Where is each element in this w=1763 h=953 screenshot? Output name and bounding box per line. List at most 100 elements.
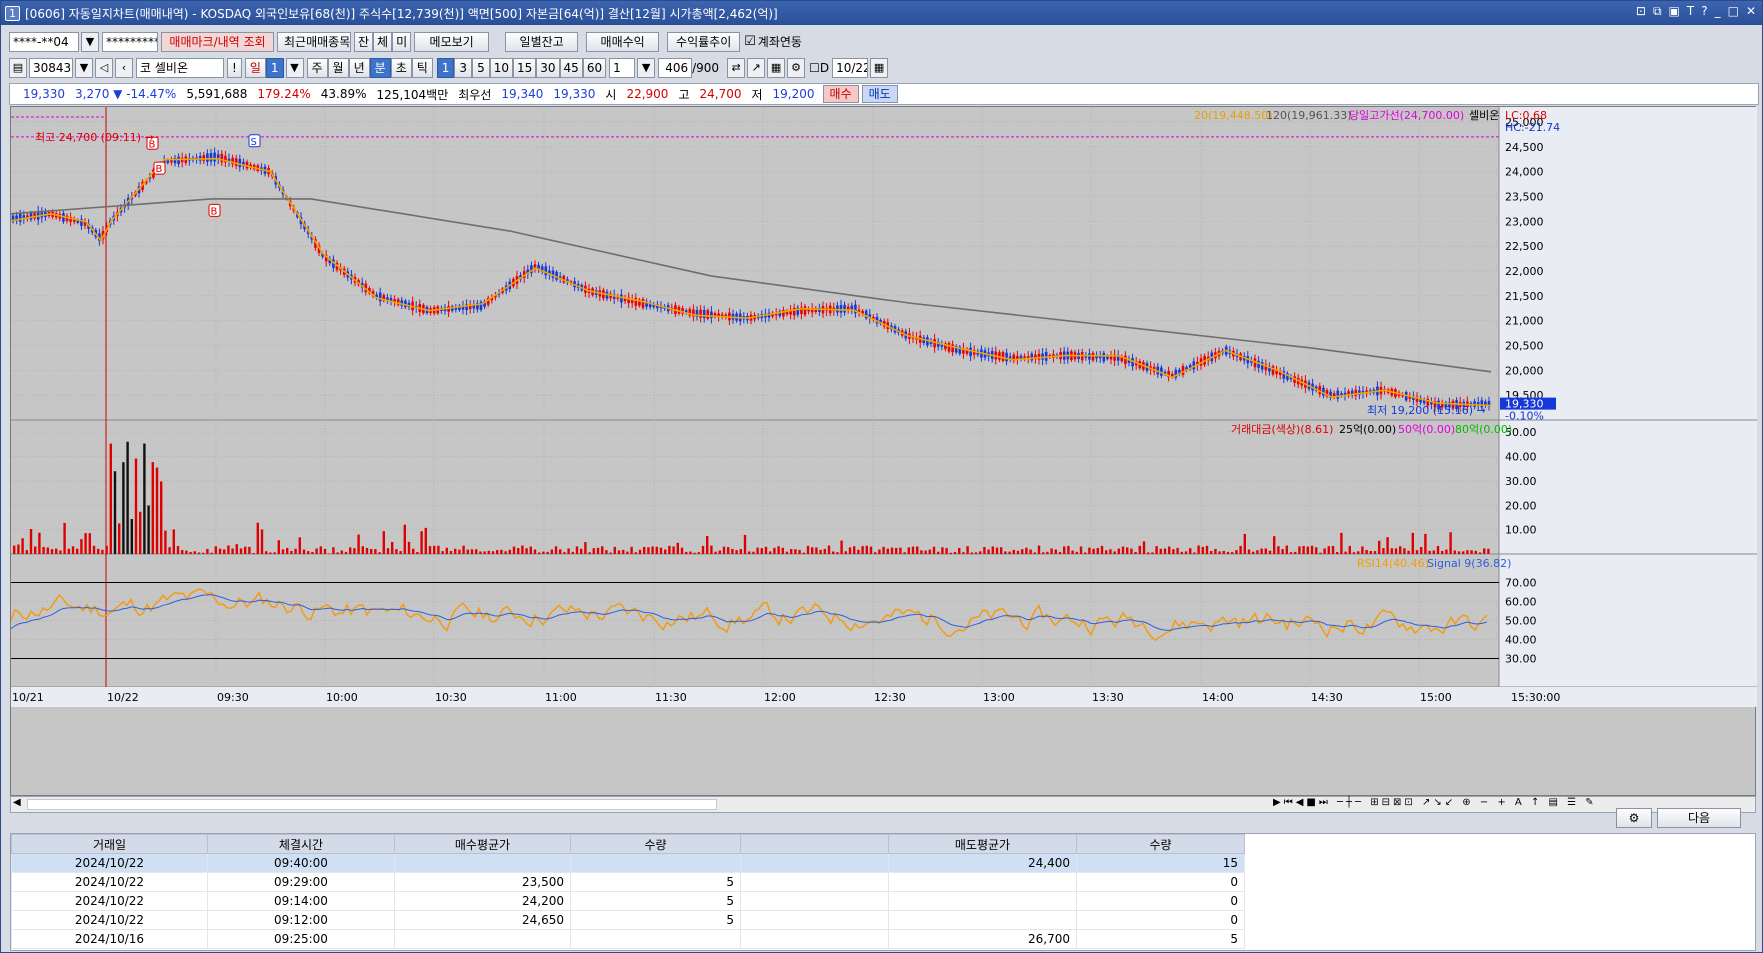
tool-icon-1[interactable]: ⇄ [727, 57, 746, 78]
minute-45[interactable]: 45 [559, 57, 583, 78]
volume-bar [168, 547, 171, 554]
code-dropdown-icon[interactable]: ▼ [75, 57, 93, 78]
minimize-icon[interactable]: _ [1715, 4, 1721, 19]
volume-bar [395, 549, 398, 554]
volume-bar [1151, 552, 1154, 554]
period-dropdown-icon[interactable]: ▼ [285, 57, 304, 78]
table-row[interactable]: 2024/10/22 09:12:00 24,650 5 0 [11, 910, 1245, 930]
chart-scrollbar[interactable]: ◀ ▶⏮◀■⏭ ─┼─ ⊞⊟⊠⊡ ↗↘↙ ⊕ − + A ↑ ▤ ☰ ✎ [10, 796, 1756, 813]
volume-bar [181, 550, 184, 554]
maximize-icon[interactable]: □ [1728, 4, 1739, 19]
password-input[interactable]: ********* [102, 31, 158, 52]
volume-bar [1352, 552, 1356, 554]
minute-1[interactable]: 1 [436, 57, 455, 78]
sell-button[interactable]: 매도 [861, 85, 898, 103]
scroll-thumb[interactable] [27, 799, 717, 810]
volume-bar [1088, 547, 1091, 554]
period-num[interactable]: 1 [265, 57, 284, 78]
prev-icon[interactable]: ‹ [115, 57, 133, 78]
minute-3[interactable]: 3 [454, 57, 473, 78]
help-icon[interactable]: ? [1701, 4, 1707, 19]
stock-code-input[interactable]: 308430 [29, 57, 73, 78]
table-cell [888, 910, 1077, 930]
volume-bar [756, 547, 759, 554]
save-icon[interactable]: ▦ [767, 57, 786, 78]
table-row[interactable]: 2024/10/22 09:29:00 23,500 5 0 [11, 872, 1245, 892]
volume-bar [231, 548, 234, 554]
period-minute[interactable]: 분 [369, 57, 391, 78]
recent-trades-button[interactable]: 최근매매종목 [277, 31, 351, 52]
volume-bar [517, 548, 520, 554]
volume-bar [151, 462, 154, 554]
table-row[interactable]: 2024/10/16 09:25:00 26,700 5 [11, 929, 1245, 949]
period-year[interactable]: 년 [348, 57, 370, 78]
account-input[interactable]: ****-**04 [9, 31, 79, 52]
volume-bar [924, 550, 927, 554]
period-day[interactable]: 일 [244, 57, 266, 78]
chart-area[interactable]: 25,000 24,500 24,000 23,500 23,000 22,500 22,0… [10, 106, 1757, 797]
trade-profit-button[interactable]: 매매수익 [586, 31, 660, 52]
volume-bar [210, 552, 213, 554]
minute-60[interactable]: 60 [582, 57, 607, 78]
minute-10[interactable]: 10 [489, 57, 513, 78]
tab-che[interactable]: 체 [373, 31, 393, 52]
volume-tick-label: 20.00 [1505, 499, 1537, 512]
tool-icon-2[interactable]: ↗ [747, 57, 766, 78]
volume-bar [1109, 549, 1112, 554]
window-icon[interactable]: ▣ [1669, 4, 1680, 19]
tab-mi[interactable]: 미 [392, 31, 412, 52]
trade-mark-label: S [251, 137, 257, 148]
period-second[interactable]: 초 [390, 57, 412, 78]
candle-body [1088, 353, 1091, 360]
volume-bar [441, 551, 444, 554]
account-dropdown-icon[interactable]: ▼ [81, 31, 99, 52]
settings-icon[interactable]: ⚙ [787, 57, 806, 78]
stock-name-field[interactable]: 코 셀비온 [136, 57, 224, 78]
volume-bar [1092, 548, 1095, 554]
volume-bar [1298, 546, 1301, 554]
date-input[interactable]: 10/22 [832, 57, 869, 78]
period-week[interactable]: 주 [306, 57, 328, 78]
volume-bar [1214, 548, 1217, 554]
playback-icons[interactable]: ▶⏮◀■⏭ ─┼─ ⊞⊟⊠⊡ ↗↘↙ ⊕ − + A ↑ ▤ ☰ ✎ [1273, 797, 1597, 808]
table-row[interactable]: 2024/10/22 09:14:00 24,200 5 0 [11, 891, 1245, 911]
period-month[interactable]: 월 [327, 57, 349, 78]
memo-button[interactable]: 메모보기 [414, 31, 490, 52]
link-checkbox[interactable]: ☑ [744, 34, 756, 49]
volume-bar [1130, 548, 1133, 554]
calendar-icon[interactable]: ▦ [870, 57, 889, 78]
table-row[interactable]: 2024/10/22 09:40:00 24,400 15 [11, 853, 1245, 873]
chart-svg[interactable]: 25,00024,50024,00023,50023,00022,50022,0… [11, 107, 1757, 797]
candle-body [1181, 365, 1185, 375]
table-cell [394, 929, 571, 949]
volume-bar [701, 545, 705, 554]
next-button[interactable]: 다음 [1657, 808, 1741, 828]
volume-bar [890, 547, 894, 554]
buy-button[interactable]: 매수 [822, 85, 859, 103]
minute-5[interactable]: 5 [472, 57, 490, 78]
link-icon[interactable]: ⊡ [1636, 4, 1646, 19]
period-tick[interactable]: 틱 [411, 57, 433, 78]
close-icon[interactable]: ✕ [1746, 4, 1756, 19]
count-input[interactable]: 406 [658, 57, 693, 78]
minute-15[interactable]: 15 [512, 57, 537, 78]
minute-dropdown-icon[interactable]: ▼ [637, 57, 656, 78]
d-checkbox[interactable]: ☐ [809, 61, 820, 75]
warning-button[interactable]: ! [227, 57, 242, 78]
sound-icon[interactable]: ◁ [95, 57, 113, 78]
tab-jan[interactable]: 잔 [354, 31, 374, 52]
font-icon[interactable]: T [1687, 4, 1694, 19]
trade-mark-button[interactable]: 매매마크/내역 조회 [161, 31, 274, 52]
volume-bar [1369, 551, 1372, 554]
layout-icon[interactable]: ▤ [9, 57, 27, 78]
volume-bar [227, 545, 230, 554]
daily-balance-button[interactable]: 일별잔고 [505, 31, 579, 52]
return-trend-button[interactable]: 수익률추이 [667, 31, 741, 52]
volume-bar [953, 551, 957, 554]
minute-30[interactable]: 30 [536, 57, 560, 78]
scroll-left-icon[interactable]: ◀ [13, 797, 21, 808]
minute-input[interactable]: 1 [609, 57, 636, 78]
gear-button[interactable]: ⚙ [1616, 808, 1652, 828]
copy-icon[interactable]: ⧉ [1653, 4, 1662, 19]
toolbar-stock: ▤ 308430 ▼ ◁ ‹ 코 셀비온 ! 일 1 ▼ 주 월 년 분 초 틱… [1, 55, 1762, 80]
